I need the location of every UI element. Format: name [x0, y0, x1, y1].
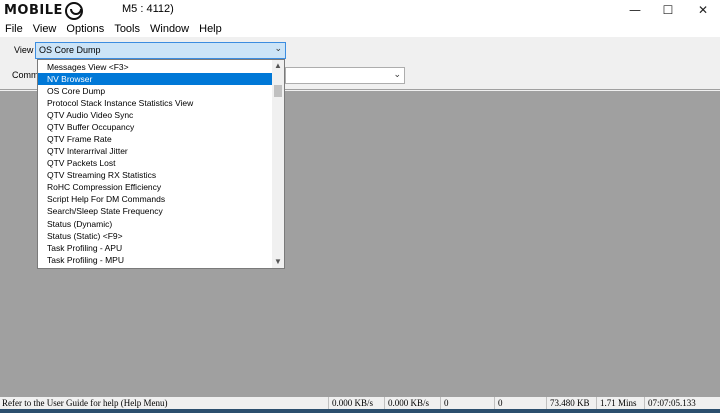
menu-options[interactable]: Options	[61, 23, 109, 35]
list-item[interactable]: Protocol Stack Instance Statistics View	[38, 97, 274, 109]
scroll-up-icon[interactable]: ▲	[272, 60, 284, 72]
window-title: M5 : 4112)	[122, 3, 174, 15]
list-item[interactable]: QTV Buffer Occupancy	[38, 121, 274, 133]
status-bar: Refer to the User Guide for help (Help M…	[0, 397, 720, 409]
list-item[interactable]: OS Core Dump	[38, 85, 274, 97]
minimize-button[interactable]: —	[618, 0, 652, 20]
status-count-1: 0	[440, 397, 449, 409]
list-item[interactable]: Status (Static) <F9>	[38, 230, 274, 242]
list-item[interactable]: RoHC Compression Efficiency	[38, 181, 274, 193]
list-item[interactable]: Task Profiling - MPU	[38, 254, 274, 266]
command-select[interactable]: ⌄	[285, 67, 405, 84]
view-dropdown-list[interactable]: Messages View <F3> NV Browser OS Core Du…	[37, 59, 285, 269]
menu-bar: File View Options Tools Window Help	[0, 21, 720, 37]
status-help-text: Refer to the User Guide for help (Help M…	[2, 398, 168, 408]
status-duration: 1.71 Mins	[596, 397, 637, 409]
status-time: 07:07:05.133	[644, 397, 696, 409]
status-rx-rate: 0.000 KB/s	[328, 397, 373, 409]
taskbar-strip	[0, 409, 720, 413]
view-select-value: OS Core Dump	[39, 45, 101, 55]
view-label: View	[14, 45, 34, 55]
scrollbar-thumb[interactable]	[274, 85, 282, 97]
title-bar: MOBILE M5 : 4112) — ☐ ✕	[0, 0, 720, 21]
status-size: 73.480 KB	[546, 397, 590, 409]
close-button[interactable]: ✕	[686, 0, 720, 20]
status-count-2: 0	[494, 397, 503, 409]
chevron-down-icon[interactable]: ⌄	[393, 69, 401, 80]
list-item[interactable]: QTV Audio Video Sync	[38, 109, 274, 121]
logo-face-icon	[64, 1, 83, 20]
list-item[interactable]: Search/Sleep State Frequency	[38, 205, 274, 217]
view-select[interactable]: OS Core Dump ⌄	[35, 42, 286, 59]
logo-text: MOBILE	[4, 3, 63, 18]
list-item[interactable]: QTV Frame Rate	[38, 133, 274, 145]
menu-window[interactable]: Window	[145, 23, 194, 35]
scroll-down-icon[interactable]: ▼	[272, 256, 284, 268]
list-item[interactable]: Status (Dynamic)	[38, 218, 274, 230]
menu-tools[interactable]: Tools	[109, 23, 145, 35]
list-item[interactable]: QTV Packets Lost	[38, 157, 274, 169]
list-item[interactable]: Messages View <F3>	[38, 61, 274, 73]
status-tx-rate: 0.000 KB/s	[384, 397, 429, 409]
list-item[interactable]: Task Profiling - APU	[38, 242, 274, 254]
maximize-button[interactable]: ☐	[651, 0, 685, 20]
menu-file[interactable]: File	[0, 23, 28, 35]
list-item[interactable]: QTV Interarrival Jitter	[38, 145, 274, 157]
dropdown-scrollbar[interactable]: ▲ ▼	[272, 60, 284, 268]
watermark-logo: MOBILE	[4, 1, 83, 20]
chevron-down-icon[interactable]: ⌄	[274, 43, 282, 54]
list-item-selected[interactable]: NV Browser	[38, 73, 274, 85]
menu-help[interactable]: Help	[194, 23, 227, 35]
menu-view[interactable]: View	[28, 23, 62, 35]
list-item[interactable]: Script Help For DM Commands	[38, 193, 274, 205]
list-item[interactable]: QTV Streaming RX Statistics	[38, 169, 274, 181]
